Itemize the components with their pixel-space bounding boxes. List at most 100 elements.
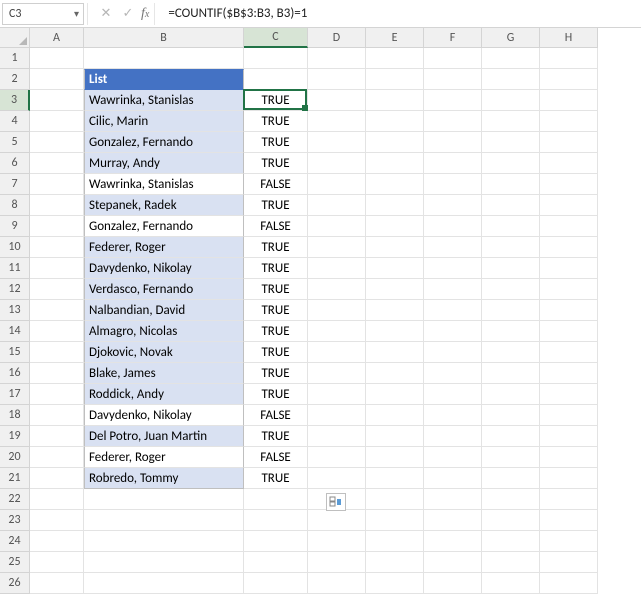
cell-G9[interactable] (482, 216, 540, 237)
cell-E12[interactable] (366, 279, 424, 300)
result-cell[interactable]: FALSE (244, 216, 308, 237)
column-header-D[interactable]: D (308, 28, 366, 48)
row-header-6[interactable]: 6 (0, 153, 30, 174)
cell-F26[interactable] (424, 573, 482, 594)
cell-A9[interactable] (30, 216, 84, 237)
list-item[interactable]: Murray, Andy (84, 153, 244, 174)
cell-A23[interactable] (30, 510, 84, 531)
cell-F20[interactable] (424, 447, 482, 468)
cell-H20[interactable] (540, 447, 598, 468)
row-header-2[interactable]: 2 (0, 69, 30, 90)
row-header-10[interactable]: 10 (0, 237, 30, 258)
formula-input[interactable] (162, 3, 639, 25)
cell-H3[interactable] (540, 90, 598, 111)
cell-A16[interactable] (30, 363, 84, 384)
result-cell[interactable]: TRUE (244, 237, 308, 258)
list-item[interactable]: Djokovic, Novak (84, 342, 244, 363)
cell-F6[interactable] (424, 153, 482, 174)
row-header-15[interactable]: 15 (0, 342, 30, 363)
cell-H26[interactable] (540, 573, 598, 594)
row-header-1[interactable]: 1 (0, 48, 30, 69)
cell-D13[interactable] (308, 300, 366, 321)
result-cell[interactable]: TRUE (244, 153, 308, 174)
result-cell[interactable]: TRUE (244, 258, 308, 279)
cell-C1[interactable] (244, 48, 308, 69)
cell-H22[interactable] (540, 489, 598, 510)
cell-E5[interactable] (366, 132, 424, 153)
cell-H25[interactable] (540, 552, 598, 573)
row-header-18[interactable]: 18 (0, 405, 30, 426)
row-header-16[interactable]: 16 (0, 363, 30, 384)
cell-G16[interactable] (482, 363, 540, 384)
cell-F7[interactable] (424, 174, 482, 195)
cell-C24[interactable] (244, 531, 308, 552)
cell-G2[interactable] (482, 69, 540, 90)
cell-G21[interactable] (482, 468, 540, 489)
cell-E21[interactable] (366, 468, 424, 489)
cell-H13[interactable] (540, 300, 598, 321)
row-header-23[interactable]: 23 (0, 510, 30, 531)
list-item[interactable]: Robredo, Tommy (84, 468, 244, 489)
cell-F21[interactable] (424, 468, 482, 489)
cell-H21[interactable] (540, 468, 598, 489)
cell-G1[interactable] (482, 48, 540, 69)
cell-F10[interactable] (424, 237, 482, 258)
cell-E9[interactable] (366, 216, 424, 237)
cell-H23[interactable] (540, 510, 598, 531)
cell-E20[interactable] (366, 447, 424, 468)
cell-H16[interactable] (540, 363, 598, 384)
cell-H18[interactable] (540, 405, 598, 426)
cell-B22[interactable] (84, 489, 244, 510)
column-header-G[interactable]: G (482, 28, 540, 48)
row-header-24[interactable]: 24 (0, 531, 30, 552)
column-header-B[interactable]: B (84, 28, 244, 48)
result-cell[interactable]: TRUE (244, 195, 308, 216)
cell-E7[interactable] (366, 174, 424, 195)
cell-D5[interactable] (308, 132, 366, 153)
result-cell[interactable]: TRUE (244, 111, 308, 132)
cell-F16[interactable] (424, 363, 482, 384)
cell-H11[interactable] (540, 258, 598, 279)
cell-G4[interactable] (482, 111, 540, 132)
cell-C2[interactable] (244, 69, 308, 90)
cell-F22[interactable] (424, 489, 482, 510)
cell-G6[interactable] (482, 153, 540, 174)
column-header-H[interactable]: H (540, 28, 598, 48)
column-header-E[interactable]: E (366, 28, 424, 48)
cell-H9[interactable] (540, 216, 598, 237)
cell-D9[interactable] (308, 216, 366, 237)
result-cell[interactable]: FALSE (244, 174, 308, 195)
result-cell[interactable]: TRUE (244, 90, 308, 111)
column-header-A[interactable]: A (30, 28, 84, 48)
cell-D17[interactable] (308, 384, 366, 405)
row-header-14[interactable]: 14 (0, 321, 30, 342)
cell-D2[interactable] (308, 69, 366, 90)
list-item[interactable]: Roddick, Andy (84, 384, 244, 405)
cell-D23[interactable] (308, 510, 366, 531)
cell-A15[interactable] (30, 342, 84, 363)
result-cell[interactable]: TRUE (244, 468, 308, 489)
cell-H1[interactable] (540, 48, 598, 69)
cell-D12[interactable] (308, 279, 366, 300)
cell-H14[interactable] (540, 321, 598, 342)
cell-E18[interactable] (366, 405, 424, 426)
cell-G26[interactable] (482, 573, 540, 594)
cell-G18[interactable] (482, 405, 540, 426)
cell-D3[interactable] (308, 90, 366, 111)
cell-H12[interactable] (540, 279, 598, 300)
cell-A11[interactable] (30, 258, 84, 279)
cell-C26[interactable] (244, 573, 308, 594)
cell-F14[interactable] (424, 321, 482, 342)
result-cell[interactable]: TRUE (244, 300, 308, 321)
result-cell[interactable]: TRUE (244, 279, 308, 300)
cell-A13[interactable] (30, 300, 84, 321)
cell-F3[interactable] (424, 90, 482, 111)
cell-F18[interactable] (424, 405, 482, 426)
cell-G3[interactable] (482, 90, 540, 111)
row-header-17[interactable]: 17 (0, 384, 30, 405)
cell-A21[interactable] (30, 468, 84, 489)
cell-D6[interactable] (308, 153, 366, 174)
cell-D4[interactable] (308, 111, 366, 132)
cell-H15[interactable] (540, 342, 598, 363)
cell-F23[interactable] (424, 510, 482, 531)
